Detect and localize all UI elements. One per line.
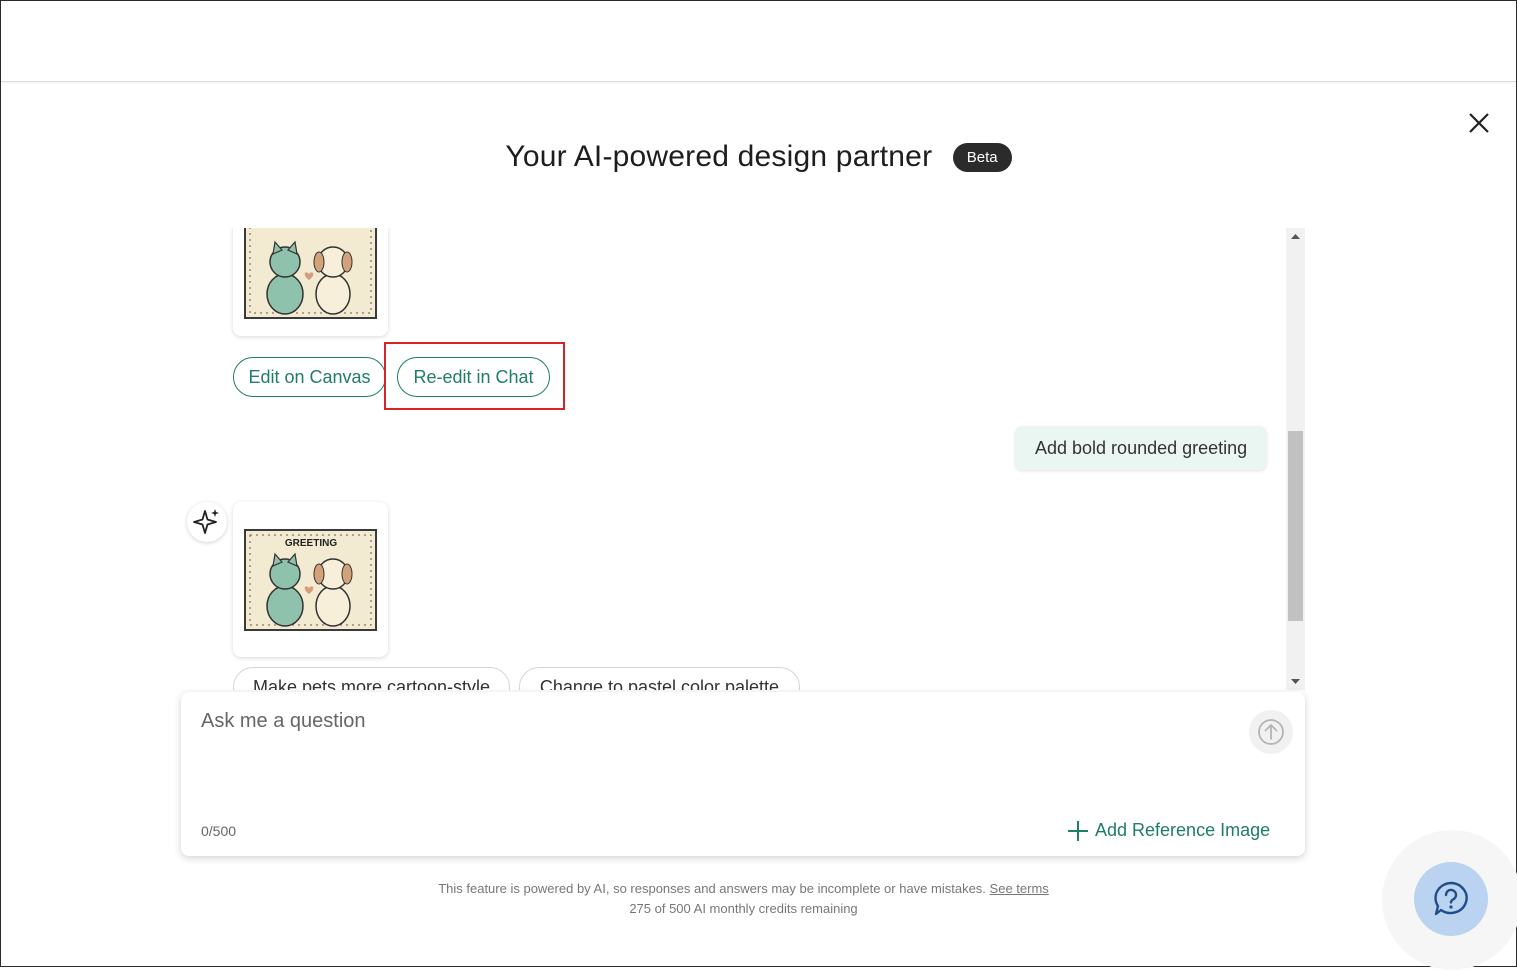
scroll-up-button[interactable] [1286, 228, 1305, 245]
disclaimer: This feature is powered by AI, so respon… [0, 879, 1487, 919]
send-button[interactable] [1249, 710, 1293, 754]
pet-greeting-card-image [244, 228, 377, 319]
prompt-input[interactable]: Ask me a question [201, 710, 366, 733]
scroll-thumb[interactable] [1288, 431, 1303, 621]
scroll-down-button[interactable] [1286, 673, 1305, 690]
chat-history[interactable]: Edit on Canvas Re-edit in Chat Add bold … [183, 228, 1283, 690]
arrow-up-icon [1291, 234, 1300, 239]
help-button[interactable] [1414, 862, 1488, 936]
suggestion-chip[interactable]: Make pets more cartoon-style [233, 667, 510, 690]
disclaimer-text: This feature is powered by AI, so respon… [438, 881, 986, 896]
add-reference-image-button[interactable]: Add Reference Image [1067, 820, 1270, 842]
dialog-title: Your AI-powered design partner [505, 140, 933, 173]
prompt-input-card[interactable]: Ask me a question 0/500 Add Reference Im… [181, 692, 1305, 856]
sparkle-icon [193, 509, 219, 534]
plus-icon [1068, 821, 1088, 842]
generated-image-card[interactable] [233, 228, 388, 336]
edit-on-canvas-button[interactable]: Edit on Canvas [233, 357, 386, 397]
user-message: Add bold rounded greeting [1015, 426, 1268, 470]
help-chat-icon [1434, 881, 1468, 916]
close-icon [1469, 113, 1489, 133]
close-button[interactable] [1466, 110, 1492, 136]
greeting-text: GREETING [285, 538, 337, 549]
beta-badge: Beta [952, 142, 1012, 172]
highlight-box [384, 342, 565, 410]
generated-image-card[interactable]: GREETING [233, 502, 388, 657]
greeting-card-image: GREETING [244, 529, 377, 631]
arrow-down-icon [1291, 679, 1300, 684]
arrow-up-circle-icon [1258, 719, 1284, 745]
dialog-header: Your AI-powered design partner Beta [0, 140, 1517, 174]
character-counter: 0/500 [201, 823, 237, 839]
ai-avatar [187, 502, 227, 542]
credits-remaining: 275 of 500 AI monthly credits remaining [629, 901, 858, 916]
see-terms-link[interactable]: See terms [990, 881, 1049, 896]
top-bar [1, 1, 1516, 82]
chat-scrollbar[interactable] [1286, 228, 1305, 690]
add-reference-label: Add Reference Image [1095, 820, 1271, 840]
suggestion-chip[interactable]: Change to pastel color palette [519, 667, 800, 690]
